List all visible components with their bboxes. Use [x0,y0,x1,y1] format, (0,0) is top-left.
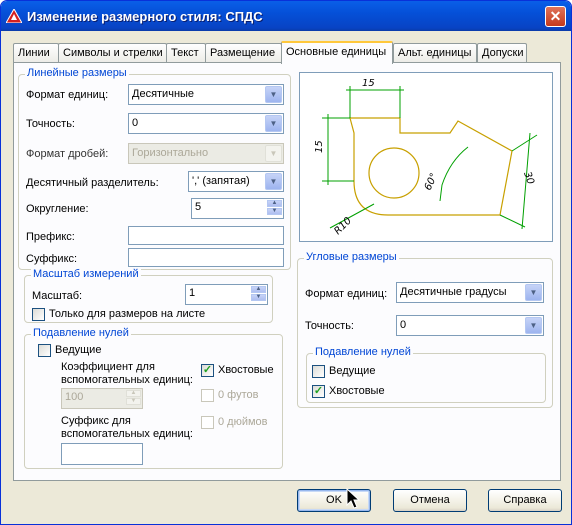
layout-only-checkbox[interactable]: Только для размеров на листе [32,308,205,321]
fraction-format-select[interactable]: Горизонтально ▼ [128,143,284,164]
angular-trailing-checkbox[interactable]: ✓ Хвостовые [312,385,385,398]
chevron-down-icon[interactable]: ▼ [265,86,282,103]
fraction-format-value: Горизонтально [132,147,209,159]
leading-zeros-label: Ведущие [55,344,102,356]
spinner-arrows-icon: ▲ ▼ [126,390,141,405]
tab-alternate-units[interactable]: Альт. единицы [393,43,477,63]
preview-dim-top: 15 [362,78,375,89]
angular-unit-format-select[interactable]: Десятичные градусы ▼ [396,282,544,303]
preview-dim-angle: 60° [423,172,440,193]
trailing-zeros-label: Хвостовые [218,364,274,376]
decimal-separator-select[interactable]: ',' (запятая) ▼ [188,171,284,192]
angular-precision-label: Точность: [305,320,354,332]
help-button[interactable]: Справка [488,489,562,512]
angular-dimensions-title: Угловые размеры [304,251,399,263]
tab-symbols-arrows[interactable]: Символы и стрелки [58,43,167,63]
angular-trailing-label: Хвостовые [329,385,385,397]
zero-feet-checkbox[interactable]: 0 футов [201,389,258,402]
roundoff-spinner[interactable]: 5 ▲ ▼ [191,198,284,219]
cancel-button[interactable]: Отмена [393,489,467,512]
preview-dim-left: 15 [314,140,325,153]
zero-suppression-title: Подавление нулей [31,327,131,339]
layout-only-label: Только для размеров на листе [49,308,206,320]
measurement-scale-title: Масштаб измерений [31,268,141,280]
roundoff-value: 5 [195,201,202,213]
spinner-arrows-icon[interactable]: ▲ ▼ [251,286,266,301]
scale-factor-spinner[interactable]: 1 ▲ ▼ [185,284,268,305]
subunit-factor-spinner[interactable]: 100 ▲ ▼ [61,388,143,409]
precision-label: Точность: [26,118,75,130]
fraction-format-label: Формат дробей: [26,148,109,160]
preview-drawing: 15 15 30 60° R10 [314,78,538,237]
decimal-separator-value: ',' (запятая) [192,175,250,187]
roundoff-label: Округление: [26,203,89,215]
angular-zero-suppression-title: Подавление нулей [313,346,413,358]
preview-dim-radius: R10 [332,215,354,237]
preview-dim-right: 30 [521,170,536,186]
tab-fit[interactable]: Размещение [205,43,282,63]
spinner-arrows-icon[interactable]: ▲ ▼ [267,200,282,215]
precision-value: 0 [132,117,139,129]
subunit-factor-value: 100 [65,391,84,403]
chevron-down-icon[interactable]: ▼ [525,284,542,301]
unit-format-value: Десятичные [132,88,195,100]
unit-format-select[interactable]: Десятичные ▼ [128,84,284,105]
mouse-cursor-icon [346,488,360,509]
angular-leading-label: Ведущие [329,365,376,377]
decimal-separator-label: Десятичный разделитель: [26,177,159,189]
prefix-label: Префикс: [26,231,75,243]
checkbox-empty-icon[interactable] [201,416,214,429]
precision-select[interactable]: 0 ▼ [128,113,284,134]
checkbox-empty-icon[interactable] [312,365,325,378]
tab-lines[interactable]: Линии [13,43,59,63]
title-bar[interactable]: Изменение размерного стиля: СПДС ✕ [1,1,571,31]
angular-leading-checkbox[interactable]: Ведущие [312,365,375,378]
autocad-app-icon [6,9,22,23]
checkbox-empty-icon[interactable] [32,308,45,321]
angular-precision-value: 0 [400,319,407,331]
angular-precision-select[interactable]: 0 ▼ [396,315,544,336]
prefix-input[interactable] [128,226,284,245]
chevron-down-icon: ▼ [265,145,282,162]
scale-factor-value: 1 [189,287,196,299]
checkbox-empty-icon[interactable] [38,344,51,357]
subunit-suffix-label: Суффикс для вспомогательных единиц: [61,415,193,440]
zero-inches-checkbox[interactable]: 0 дюймов [201,416,268,429]
chevron-down-icon[interactable]: ▼ [265,173,282,190]
dialog-window: Изменение размерного стиля: СПДС ✕ Линии… [0,0,572,525]
leading-zeros-checkbox[interactable]: Ведущие [38,344,101,357]
checkmark-icon[interactable]: ✓ [312,385,325,398]
checkmark-icon[interactable]: ✓ [201,364,214,377]
angular-unit-format-label: Формат единиц: [305,288,388,300]
subunit-suffix-input[interactable] [61,443,143,465]
subunit-factor-label: Коэффициент для вспомогательных единиц: [61,361,193,386]
zero-feet-label: 0 футов [218,389,259,401]
preview-geometry [349,117,513,216]
tab-primary-units[interactable]: Основные единицы [281,41,393,64]
suffix-label: Суффикс: [26,253,78,265]
unit-format-label: Формат единиц: [26,89,109,101]
checkbox-empty-icon[interactable] [201,389,214,402]
angular-unit-format-value: Десятичные градусы [400,286,507,298]
window-title: Изменение размерного стиля: СПДС [27,9,263,24]
scale-factor-label: Масштаб: [32,290,83,302]
chevron-down-icon[interactable]: ▼ [525,317,542,334]
tab-text[interactable]: Текст [166,43,206,63]
tab-tolerances[interactable]: Допуски [477,43,527,63]
close-button[interactable]: ✕ [545,6,566,27]
chevron-down-icon[interactable]: ▼ [265,115,282,132]
dimension-preview: 15 15 30 60° R10 [299,72,553,242]
suffix-input[interactable] [128,248,284,267]
zero-inches-label: 0 дюймов [218,416,268,428]
linear-dimensions-title: Линейные размеры [25,67,129,79]
trailing-zeros-checkbox[interactable]: ✓ Хвостовые [201,364,274,377]
